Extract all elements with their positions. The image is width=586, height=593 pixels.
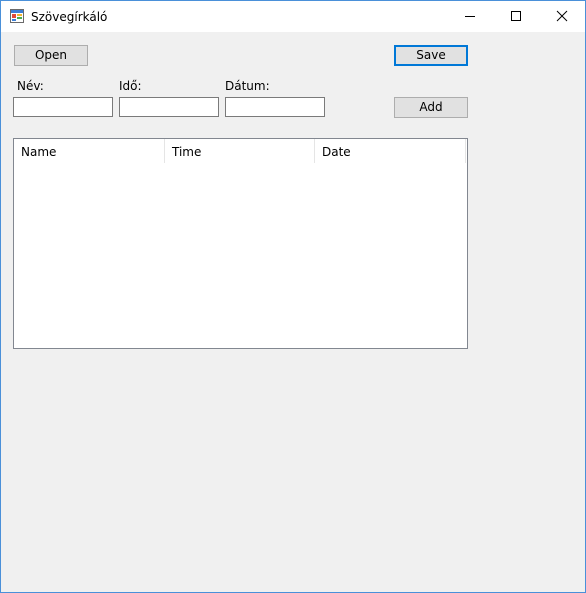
minimize-icon <box>465 16 475 17</box>
listview-body[interactable] <box>14 163 467 348</box>
save-button[interactable]: Save <box>394 45 468 66</box>
close-icon <box>556 10 568 22</box>
maximize-button[interactable] <box>493 1 539 32</box>
column-header-name[interactable]: Name <box>14 139 165 163</box>
records-listview[interactable]: Name Time Date <box>13 138 468 349</box>
maximize-icon <box>511 11 521 21</box>
title-bar[interactable]: Szövegírkáló <box>1 1 585 32</box>
date-input[interactable] <box>225 97 325 117</box>
name-label: Név: <box>17 79 44 93</box>
listview-header: Name Time Date <box>14 139 467 163</box>
app-form-icon[interactable] <box>10 9 24 23</box>
app-window: Szövegírkáló Open Save Név: Idő: Dátum: <box>0 0 586 593</box>
open-button[interactable]: Open <box>14 45 88 66</box>
minimize-button[interactable] <box>447 1 493 32</box>
add-button[interactable]: Add <box>394 97 468 118</box>
window-title: Szövegírkáló <box>31 10 108 24</box>
column-header-time[interactable]: Time <box>165 139 315 163</box>
form-client-area: Open Save Név: Idő: Dátum: Add Name Time… <box>1 32 585 592</box>
time-input[interactable] <box>119 97 219 117</box>
close-button[interactable] <box>539 1 585 32</box>
column-header-date[interactable]: Date <box>315 139 466 163</box>
time-label: Idő: <box>119 79 142 93</box>
name-input[interactable] <box>13 97 113 117</box>
date-label: Dátum: <box>225 79 270 93</box>
